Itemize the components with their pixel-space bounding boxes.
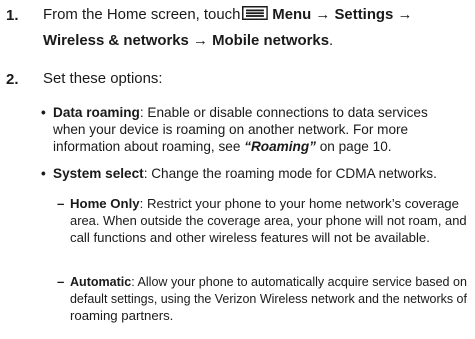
option-desc: : Change the roaming mode for CDMA netwo… (143, 166, 437, 181)
option-system-select: • System select: Change the roaming mode… (41, 166, 467, 183)
sub-option-desc: call functions and other wireless featur… (70, 229, 430, 245)
sub-option-desc: default settings, using the Verizon Wire… (70, 290, 467, 306)
step-2-text: Set these options: (43, 66, 469, 92)
sub-option-line: Automatic: Allow your phone to automatic… (70, 274, 467, 291)
step-number: 1. (6, 7, 19, 24)
sub-option-desc: : Restrict your phone to your home netwo… (139, 196, 459, 211)
sub-option-term: Automatic (70, 274, 132, 289)
bullet-icon: • (41, 166, 46, 181)
option-desc: : Enable or disable connections to data … (139, 105, 428, 120)
step-1-line-2: Wireless & networks → Mobile networks. (43, 28, 467, 54)
step-number: 2. (6, 71, 19, 88)
option-term: Data roaming (53, 105, 140, 120)
step-1-text: From the Home screen, touch Menu → Settin… (43, 2, 469, 54)
menu-label: Menu (272, 6, 312, 23)
option-desc: when your device is roaming on another n… (53, 121, 409, 137)
sub-option-desc: area. When outside the coverage area, yo… (70, 212, 467, 228)
arrow-icon: → (315, 6, 331, 23)
settings-label: Settings (334, 6, 394, 23)
roaming-reference: “Roaming” (244, 138, 316, 154)
dash-icon: – (57, 196, 65, 211)
sub-option-line: Home Only: Restrict your phone to your h… (70, 196, 467, 213)
mobile-networks-label: Mobile networks (212, 32, 330, 49)
sub-option-term: Home Only (70, 196, 140, 211)
option-desc: on page 10. (315, 138, 392, 154)
wireless-networks-label: Wireless & networks (43, 32, 189, 49)
bullet-icon: • (41, 105, 46, 120)
option-line: Data roaming: Enable or disable connecti… (53, 105, 467, 122)
option-line: information about roaming, see “Roaming”… (53, 139, 467, 156)
sub-option-automatic: – Automatic: Allow your phone to automat… (57, 274, 467, 324)
arrow-icon: → (397, 6, 413, 23)
step-1-intro: From the Home screen, touch (43, 6, 241, 23)
arrow-icon: → (193, 32, 208, 49)
option-desc: information about roaming, see (53, 138, 245, 154)
sub-option-desc: : Allow your phone to automatically acqu… (131, 274, 467, 289)
sub-option-home-only: – Home Only: Restrict your phone to your… (57, 196, 467, 246)
dash-icon: – (57, 274, 65, 289)
step-2-intro: Set these options: (43, 70, 163, 87)
menu-icon (242, 6, 269, 20)
manual-page: 1. From the Home screen, touch Menu → Set… (0, 0, 475, 339)
step-1-line-1: From the Home screen, touch Menu → Settin… (43, 2, 467, 28)
option-data-roaming: • Data roaming: Enable or disable connec… (41, 105, 467, 156)
sub-option-desc: roaming partners. (70, 307, 174, 323)
option-term: System select (53, 166, 144, 181)
period: . (329, 32, 334, 49)
option-line: System select: Change the roaming mode f… (53, 166, 467, 183)
